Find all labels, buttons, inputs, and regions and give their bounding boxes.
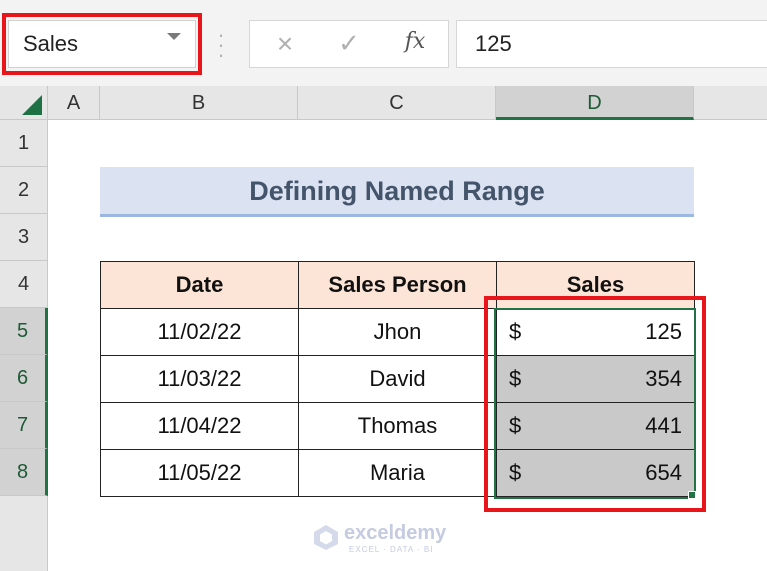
- row-header-8[interactable]: 8: [0, 449, 48, 496]
- named-range-highlight: [484, 296, 706, 512]
- sheet-title[interactable]: Defining Named Range: [100, 167, 694, 217]
- cell-sales-person[interactable]: Jhon: [298, 308, 497, 356]
- cell-date[interactable]: 11/04/22: [100, 402, 299, 450]
- formula-input[interactable]: 125: [456, 20, 767, 68]
- insert-function-icon[interactable]: fx: [398, 29, 432, 59]
- column-header-b[interactable]: B: [100, 86, 298, 120]
- select-all-icon: [22, 95, 42, 115]
- column-header-a[interactable]: A: [48, 86, 100, 120]
- select-all-button[interactable]: [0, 86, 48, 120]
- cell-sales-person[interactable]: Maria: [298, 449, 497, 497]
- watermark-name: exceldemy: [344, 522, 447, 544]
- cell-sales-person[interactable]: David: [298, 355, 497, 403]
- name-box-highlight: [2, 13, 202, 75]
- row-header-7[interactable]: 7: [0, 402, 48, 449]
- row-header-2[interactable]: 2: [0, 167, 48, 214]
- cell-date[interactable]: 11/02/22: [100, 308, 299, 356]
- watermark-tagline: EXCEL · DATA · BI: [349, 545, 434, 554]
- row-header-1[interactable]: 1: [0, 120, 48, 167]
- cell-date[interactable]: 11/05/22: [100, 449, 299, 497]
- header-date[interactable]: Date: [100, 261, 299, 309]
- cell-sales-person[interactable]: Thomas: [298, 402, 497, 450]
- column-header-d[interactable]: D: [496, 86, 694, 120]
- drag-handle-icon[interactable]: · · ·: [214, 24, 228, 66]
- column-header-c[interactable]: C: [298, 86, 496, 120]
- header-sales-person[interactable]: Sales Person: [298, 261, 497, 309]
- row-header-5[interactable]: 5: [0, 308, 48, 355]
- row-header-filler: [0, 496, 48, 571]
- exceldemy-logo-icon: [314, 525, 338, 550]
- cell-date[interactable]: 11/03/22: [100, 355, 299, 403]
- enter-icon[interactable]: ✓: [334, 28, 364, 58]
- row-header-6[interactable]: 6: [0, 355, 48, 402]
- row-header-4[interactable]: 4: [0, 261, 48, 308]
- cancel-icon[interactable]: ×: [270, 28, 300, 59]
- row-header-3[interactable]: 3: [0, 214, 48, 261]
